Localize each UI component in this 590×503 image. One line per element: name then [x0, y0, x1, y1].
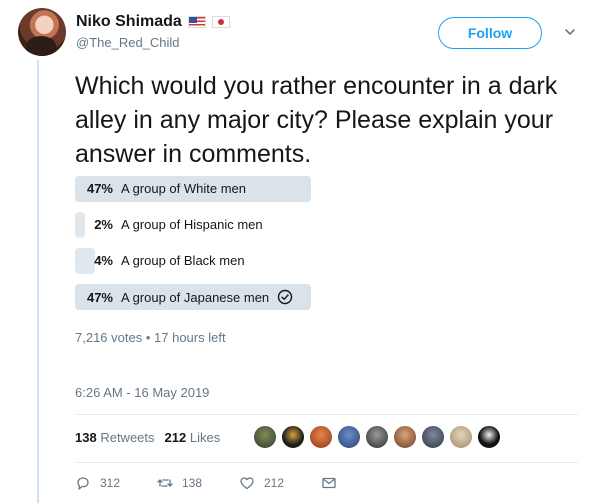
tweet-header: Niko Shimada @The_Red_Child Follow — [18, 8, 578, 56]
poll: 47% A group of White men 2% A group of H… — [75, 176, 515, 320]
chevron-down-icon[interactable] — [564, 26, 576, 38]
poll-percent: 47% — [86, 289, 113, 305]
direct-message-action[interactable] — [321, 475, 337, 491]
avatar[interactable] — [18, 8, 66, 56]
poll-option-label: A group of Hispanic men — [121, 217, 263, 232]
user-name[interactable]: Niko Shimada — [76, 13, 182, 31]
retweets-stat[interactable]: 138 Retweets — [75, 430, 155, 445]
divider — [75, 462, 578, 463]
poll-option: 2% A group of Hispanic men — [75, 212, 515, 238]
tweet-timestamp[interactable]: 6:26 AM - 16 May 2019 — [75, 385, 209, 400]
japan-flag-icon — [211, 16, 230, 28]
poll-votes: 7,216 votes — [75, 330, 143, 345]
thread-line — [37, 60, 39, 503]
poll-option-label: A group of White men — [121, 181, 247, 196]
liker-avatar[interactable] — [449, 425, 473, 449]
divider — [75, 414, 578, 415]
likes-stat[interactable]: 212 Likes — [165, 430, 221, 445]
reply-count: 312 — [100, 476, 121, 490]
liker-avatar[interactable] — [421, 425, 445, 449]
tweet-actions: 312 138 212 — [75, 475, 337, 491]
like-count: 212 — [264, 476, 285, 490]
liker-avatar[interactable] — [365, 425, 389, 449]
poll-meta: 7,216 votes • 17 hours left — [75, 330, 226, 345]
likes-label: Likes — [189, 430, 221, 445]
heart-icon — [240, 477, 254, 490]
poll-option-label: A group of Black men — [121, 253, 245, 268]
reply-icon — [77, 477, 89, 490]
poll-option: 4% A group of Black men — [75, 248, 515, 274]
likes-count: 212 — [164, 430, 187, 445]
poll-percent: 47% — [86, 181, 113, 196]
like-action[interactable]: 212 — [239, 475, 321, 491]
likers-avatars — [253, 425, 501, 449]
tweet-text: Which would you rather encounter in a da… — [75, 72, 558, 168]
us-flag-icon — [187, 16, 206, 28]
retweets-count: 138 — [75, 430, 97, 445]
liker-avatar[interactable] — [253, 425, 277, 449]
poll-percent: 2% — [94, 217, 113, 232]
tweet-stats: 138 Retweets 212 Likes — [75, 430, 220, 445]
liker-avatar[interactable] — [393, 425, 417, 449]
poll-percent: 4% — [94, 253, 113, 268]
envelope-icon — [322, 477, 336, 489]
name-row: Niko Shimada — [76, 13, 230, 31]
liker-avatar[interactable] — [281, 425, 305, 449]
liker-avatar[interactable] — [337, 425, 361, 449]
liker-avatar[interactable] — [477, 425, 501, 449]
follow-button[interactable]: Follow — [438, 17, 542, 49]
retweet-icon — [157, 479, 173, 487]
retweet-action[interactable]: 138 — [157, 475, 239, 491]
poll-option: 47% A group of White men — [75, 176, 515, 202]
poll-option: 47% A group of Japanese men — [75, 284, 515, 310]
reply-action[interactable]: 312 — [75, 475, 157, 491]
user-handle[interactable]: @The_Red_Child — [76, 35, 180, 50]
poll-option-label: A group of Japanese men — [121, 289, 270, 305]
retweet-count: 138 — [182, 476, 203, 490]
liker-avatar[interactable] — [309, 425, 333, 449]
check-circle-icon — [277, 289, 293, 305]
retweets-label: Retweets — [100, 430, 155, 445]
poll-time-left: 17 hours left — [154, 330, 226, 345]
meta-separator: • — [145, 330, 155, 345]
